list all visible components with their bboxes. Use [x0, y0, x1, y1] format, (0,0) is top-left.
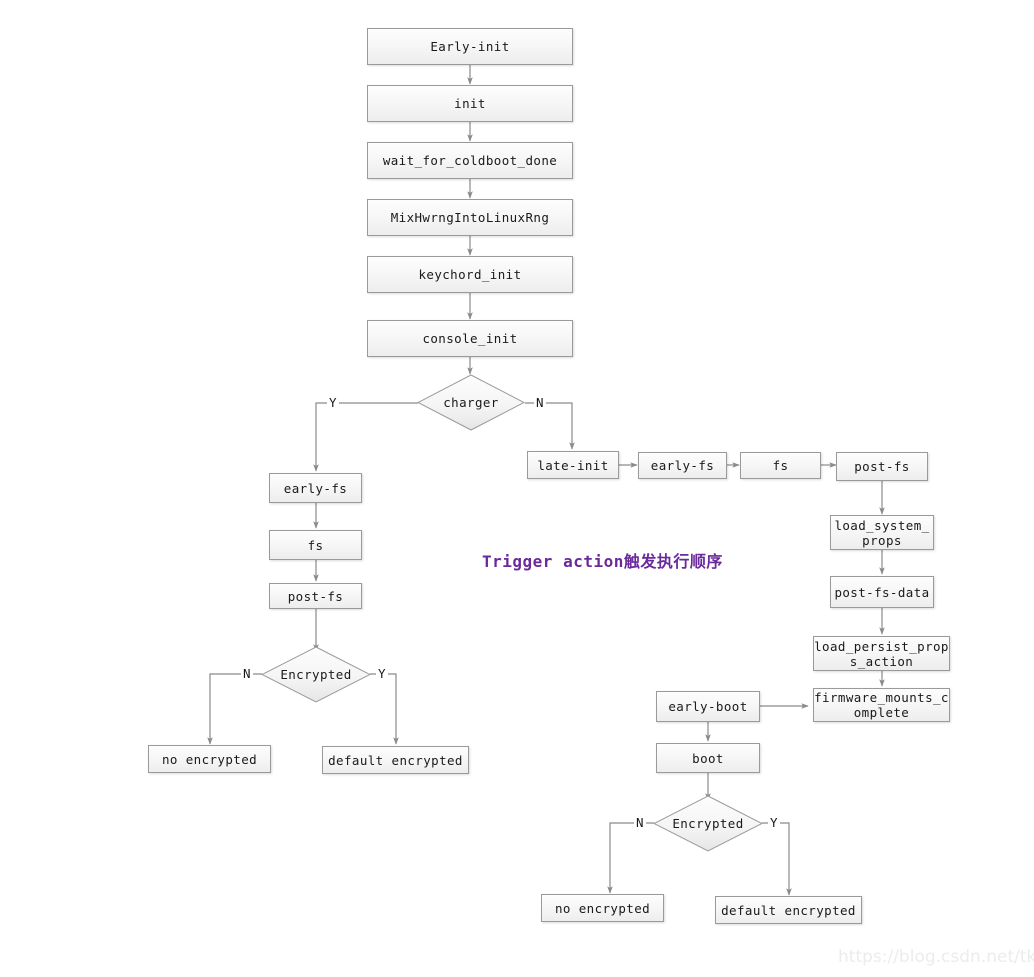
- edge-label-right-encrypted-no: N: [634, 815, 646, 830]
- node-early-boot[interactable]: early-boot: [656, 691, 760, 722]
- node-right-no-encrypted[interactable]: no encrypted: [541, 894, 664, 922]
- node-mix-hwrng-into-linux-rng[interactable]: MixHwrngIntoLinuxRng: [367, 199, 573, 236]
- node-left-early-fs[interactable]: early-fs: [269, 473, 362, 503]
- node-right-encrypted-decision[interactable]: Encrypted: [653, 795, 763, 852]
- edge-label-charger-yes: Y: [327, 395, 339, 410]
- watermark: https://blog.csdn.net/tkwxty: [838, 947, 1034, 967]
- node-right-early-fs[interactable]: early-fs: [638, 452, 727, 479]
- node-firmware-mounts-complete[interactable]: firmware_mounts_c omplete: [813, 688, 950, 722]
- node-early-init[interactable]: Early-init: [367, 28, 573, 65]
- charger-label: charger: [443, 395, 499, 410]
- node-console-init[interactable]: console_init: [367, 320, 573, 357]
- node-left-no-encrypted[interactable]: no encrypted: [148, 745, 271, 773]
- node-right-post-fs[interactable]: post-fs: [836, 452, 928, 481]
- node-keychord-init[interactable]: keychord_init: [367, 256, 573, 293]
- node-post-fs-data[interactable]: post-fs-data: [830, 576, 934, 608]
- right-encrypted-label: Encrypted: [672, 816, 744, 831]
- node-left-fs[interactable]: fs: [269, 530, 362, 560]
- node-charger-decision[interactable]: charger: [417, 374, 525, 431]
- node-right-fs[interactable]: fs: [740, 452, 821, 479]
- node-init[interactable]: init: [367, 85, 573, 122]
- node-wait-for-coldboot-done[interactable]: wait_for_coldboot_done: [367, 142, 573, 179]
- node-left-default-encrypted[interactable]: default encrypted: [322, 746, 469, 774]
- node-late-init[interactable]: late-init: [527, 451, 619, 479]
- node-right-default-encrypted[interactable]: default encrypted: [715, 896, 862, 924]
- node-load-system-props[interactable]: load_system_ props: [830, 515, 934, 550]
- edge-label-right-encrypted-yes: Y: [768, 815, 780, 830]
- node-boot[interactable]: boot: [656, 743, 760, 773]
- flowchart-canvas: Early-init init wait_for_coldboot_done M…: [0, 0, 1034, 977]
- node-left-encrypted-decision[interactable]: Encrypted: [261, 646, 371, 703]
- edge-label-charger-no: N: [534, 395, 546, 410]
- diagram-annotation: Trigger action触发执行顺序: [482, 552, 723, 571]
- node-left-post-fs[interactable]: post-fs: [269, 583, 362, 609]
- edge-label-left-encrypted-no: N: [241, 666, 253, 681]
- node-load-persist-props-action[interactable]: load_persist_prop s_action: [813, 636, 950, 671]
- edge-label-left-encrypted-yes: Y: [376, 666, 388, 681]
- left-encrypted-label: Encrypted: [280, 667, 352, 682]
